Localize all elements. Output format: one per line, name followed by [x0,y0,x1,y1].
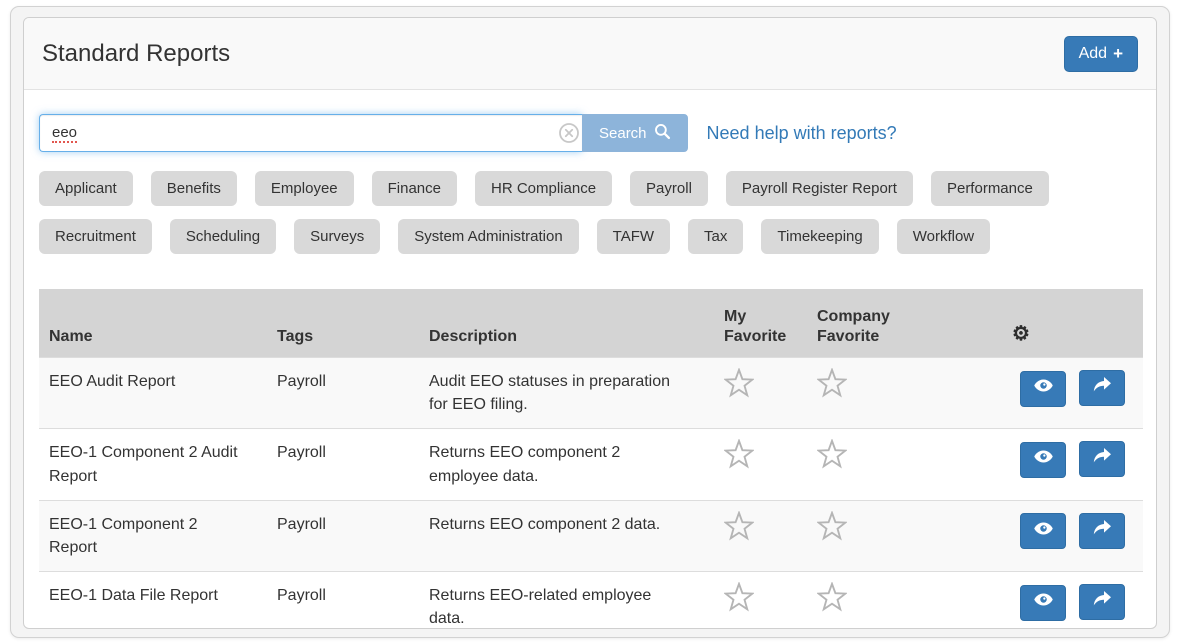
company-favorite-cell [807,429,1002,500]
report-description-cell: Returns EEO component 2 data. [419,500,714,571]
search-row: eeo Search [39,114,1141,152]
row-actions-cell [1002,358,1143,429]
tag-scheduling[interactable]: Scheduling [170,219,276,254]
page-title: Standard Reports [42,40,230,68]
company-favorite-star-icon[interactable] [817,511,847,548]
share-report-button[interactable] [1079,513,1125,549]
share-report-button[interactable] [1079,584,1125,620]
clear-search-icon[interactable] [558,122,580,144]
row-actions-cell [1002,500,1143,571]
report-name-cell: EEO-1 Component 2 Audit Report [39,429,267,500]
search-input-group: eeo Search [39,114,688,152]
company-favorite-cell [807,358,1002,429]
eye-icon [1033,520,1054,543]
report-name-cell: EEO-1 Component 2 Report [39,500,267,571]
tag-employee[interactable]: Employee [255,171,354,206]
eye-icon [1033,448,1054,471]
company-favorite-cell [807,572,1002,629]
search-button-label: Search [599,125,647,142]
column-header-my-favorite: My Favorite [714,289,807,358]
gear-icon[interactable]: ⚙ [1012,322,1030,347]
my-favorite-star-icon[interactable] [724,368,754,405]
row-actions-cell [1002,572,1143,629]
share-arrow-icon [1092,519,1112,543]
company-favorite-star-icon[interactable] [817,582,847,619]
tag-tafw[interactable]: TAFW [597,219,670,254]
reports-table: Name Tags Description My Favorite Compan… [39,289,1143,629]
preview-report-button[interactable] [1020,442,1066,478]
tag-hr-compliance[interactable]: HR Compliance [475,171,612,206]
my-favorite-cell [714,429,807,500]
tag-workflow[interactable]: Workflow [897,219,990,254]
column-header-tags: Tags [267,289,419,358]
table-row: EEO-1 Component 2 Audit Report Payroll R… [39,429,1143,500]
standard-reports-panel: Standard Reports Add + eeo [23,17,1157,629]
eye-icon [1033,591,1054,614]
report-description-cell: Returns EEO-related employee data. [419,572,714,629]
my-favorite-star-icon[interactable] [724,582,754,619]
my-favorite-cell [714,358,807,429]
add-button[interactable]: Add + [1064,36,1138,72]
preview-report-button[interactable] [1020,585,1066,621]
tag-applicant[interactable]: Applicant [39,171,133,206]
share-report-button[interactable] [1079,370,1125,406]
panel-body: eeo Search [24,90,1156,629]
app-window: Standard Reports Add + eeo [10,6,1170,638]
column-header-settings: ⚙ [1002,289,1143,358]
tag-benefits[interactable]: Benefits [151,171,237,206]
plus-icon: + [1113,44,1123,64]
panel-header: Standard Reports Add + [24,18,1156,90]
magnifier-icon [654,123,671,144]
tag-finance[interactable]: Finance [372,171,457,206]
table-row: EEO-1 Component 2 Report Payroll Returns… [39,500,1143,571]
table-row: EEO Audit Report Payroll Audit EEO statu… [39,358,1143,429]
share-arrow-icon [1092,376,1112,400]
tag-payroll-register-report[interactable]: Payroll Register Report [726,171,913,206]
preview-report-button[interactable] [1020,513,1066,549]
eye-icon [1033,377,1054,400]
report-tags-cell: Payroll [267,358,419,429]
column-header-description: Description [419,289,714,358]
search-input[interactable] [39,114,582,152]
tag-filter-bar: Applicant Benefits Employee Finance HR C… [39,171,1145,267]
column-header-company-favorite: Company Favorite [807,289,1002,358]
help-with-reports-link[interactable]: Need help with reports? [707,123,897,144]
company-favorite-star-icon[interactable] [817,439,847,476]
report-name-cell: EEO-1 Data File Report [39,572,267,629]
report-tags-cell: Payroll [267,572,419,629]
report-description-cell: Audit EEO statuses in preparation for EE… [419,358,714,429]
tag-performance[interactable]: Performance [931,171,1049,206]
my-favorite-cell [714,572,807,629]
share-report-button[interactable] [1079,441,1125,477]
tag-payroll[interactable]: Payroll [630,171,708,206]
row-actions-cell [1002,429,1143,500]
preview-report-button[interactable] [1020,371,1066,407]
tag-timekeeping[interactable]: Timekeeping [761,219,878,254]
share-arrow-icon [1092,447,1112,471]
table-header-row: Name Tags Description My Favorite Compan… [39,289,1143,358]
my-favorite-star-icon[interactable] [724,439,754,476]
my-favorite-star-icon[interactable] [724,511,754,548]
company-favorite-cell [807,500,1002,571]
report-description-cell: Returns EEO component 2 employee data. [419,429,714,500]
add-button-label: Add [1079,45,1107,63]
report-tags-cell: Payroll [267,500,419,571]
table-row: EEO-1 Data File Report Payroll Returns E… [39,572,1143,629]
company-favorite-star-icon[interactable] [817,368,847,405]
tag-tax[interactable]: Tax [688,219,743,254]
tag-recruitment[interactable]: Recruitment [39,219,152,254]
report-tags-cell: Payroll [267,429,419,500]
search-button[interactable]: Search [582,114,688,152]
share-arrow-icon [1092,590,1112,614]
my-favorite-cell [714,500,807,571]
tag-system-administration[interactable]: System Administration [398,219,578,254]
report-name-cell: EEO Audit Report [39,358,267,429]
tag-surveys[interactable]: Surveys [294,219,380,254]
column-header-name: Name [39,289,267,358]
